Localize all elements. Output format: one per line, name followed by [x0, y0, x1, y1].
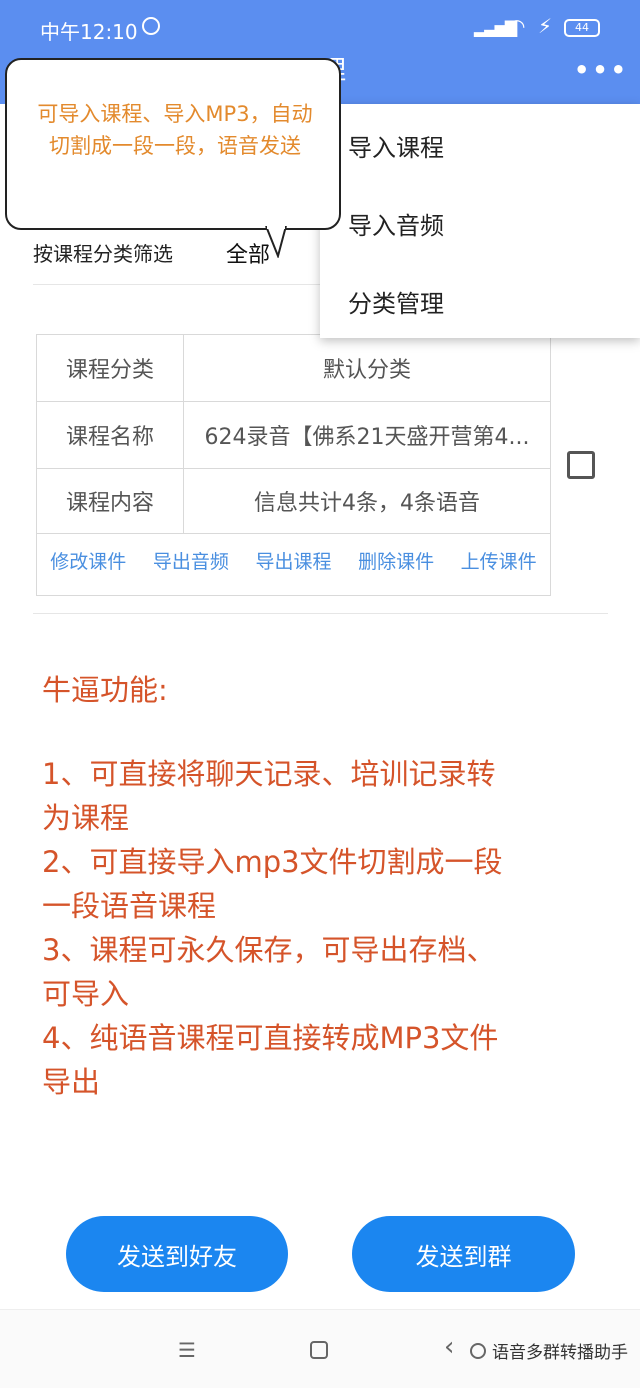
row-value-name: 624录音【佛系21天盛开营第4...	[204, 425, 530, 450]
send-to-group-button[interactable]: 发送到群	[352, 1216, 575, 1292]
wechat-icon	[470, 1342, 486, 1359]
promo-line: 2、可直接导入mp3文件切割成一段	[42, 845, 503, 879]
battery-icon: 44	[564, 19, 600, 37]
alarm-icon	[142, 17, 160, 35]
status-time: 中午12:10	[40, 20, 138, 44]
watermark-text: 语音多群转播助手	[492, 1343, 628, 1363]
export-audio-link[interactable]: 导出音频	[153, 547, 229, 574]
menu-item-import-audio[interactable]: 导入音频	[348, 206, 444, 241]
menu-item-category-manage[interactable]: 分类管理	[348, 284, 444, 319]
row-divider	[37, 533, 550, 534]
promo-line: 可导入	[42, 977, 130, 1011]
watermark: 语音多群转播助手	[470, 1338, 628, 1363]
course-select-checkbox[interactable]	[567, 451, 595, 479]
row-value-category: 默认分类	[322, 358, 411, 383]
bubble-tail	[265, 226, 287, 258]
upload-courseware-link[interactable]: 上传课件	[461, 547, 537, 574]
course-card: 课程分类 默认分类 课程名称 624录音【佛系21天盛开营第4... 课程内容 …	[36, 334, 551, 596]
nav-bar: ☰ ‹ 语音多群转播助手	[0, 1309, 640, 1388]
promo-line: 为课程	[42, 801, 130, 835]
send-to-friend-button[interactable]: 发送到好友	[66, 1216, 288, 1292]
annotation-text: 可导入课程、导入MP3，自动切割成一段一段，语音发送	[37, 102, 313, 158]
home-icon[interactable]	[310, 1341, 328, 1359]
wifi-icon: ◠	[508, 14, 526, 38]
promo-line: 导出	[42, 1065, 101, 1099]
promo-line: 一段语音课程	[42, 889, 217, 923]
export-course-link[interactable]: 导出课程	[255, 547, 331, 574]
row-label-category: 课程分类	[65, 358, 154, 383]
menu-item-import-course[interactable]: 导入课程	[348, 128, 444, 163]
delete-courseware-link[interactable]: 删除课件	[358, 547, 434, 574]
back-icon[interactable]: ‹	[444, 1332, 454, 1362]
annotation-bubble: 可导入课程、导入MP3，自动切割成一段一段，语音发送	[5, 58, 341, 230]
menu-icon[interactable]: ☰	[178, 1338, 196, 1362]
charging-icon: ⚡	[538, 14, 553, 38]
more-menu-icon[interactable]: •••	[574, 56, 629, 84]
row-label-content: 课程内容	[65, 491, 154, 516]
status-bar: 中午12:10 ▂▃▅▇ ◠ ⚡ 44	[0, 0, 640, 56]
overflow-menu: 导入课程 导入音频 分类管理	[320, 104, 640, 338]
promo-line: 1、可直接将聊天记录、培训记录转	[42, 757, 496, 791]
divider	[33, 613, 608, 614]
column-divider	[183, 335, 184, 533]
row-value-content: 信息共计4条，4条语音	[254, 491, 480, 516]
edit-courseware-link[interactable]: 修改课件	[50, 547, 126, 574]
promo-line: 4、纯语音课程可直接转成MP3文件	[42, 1021, 499, 1055]
filter-label: 按课程分类筛选	[33, 242, 173, 266]
promo-heading: 牛逼功能:	[42, 673, 168, 707]
row-label-name: 课程名称	[65, 425, 154, 450]
course-actions: 修改课件 导出音频 导出课程 删除课件 上传课件	[37, 547, 550, 574]
promo-line: 3、课程可永久保存，可导出存档、	[42, 933, 496, 967]
